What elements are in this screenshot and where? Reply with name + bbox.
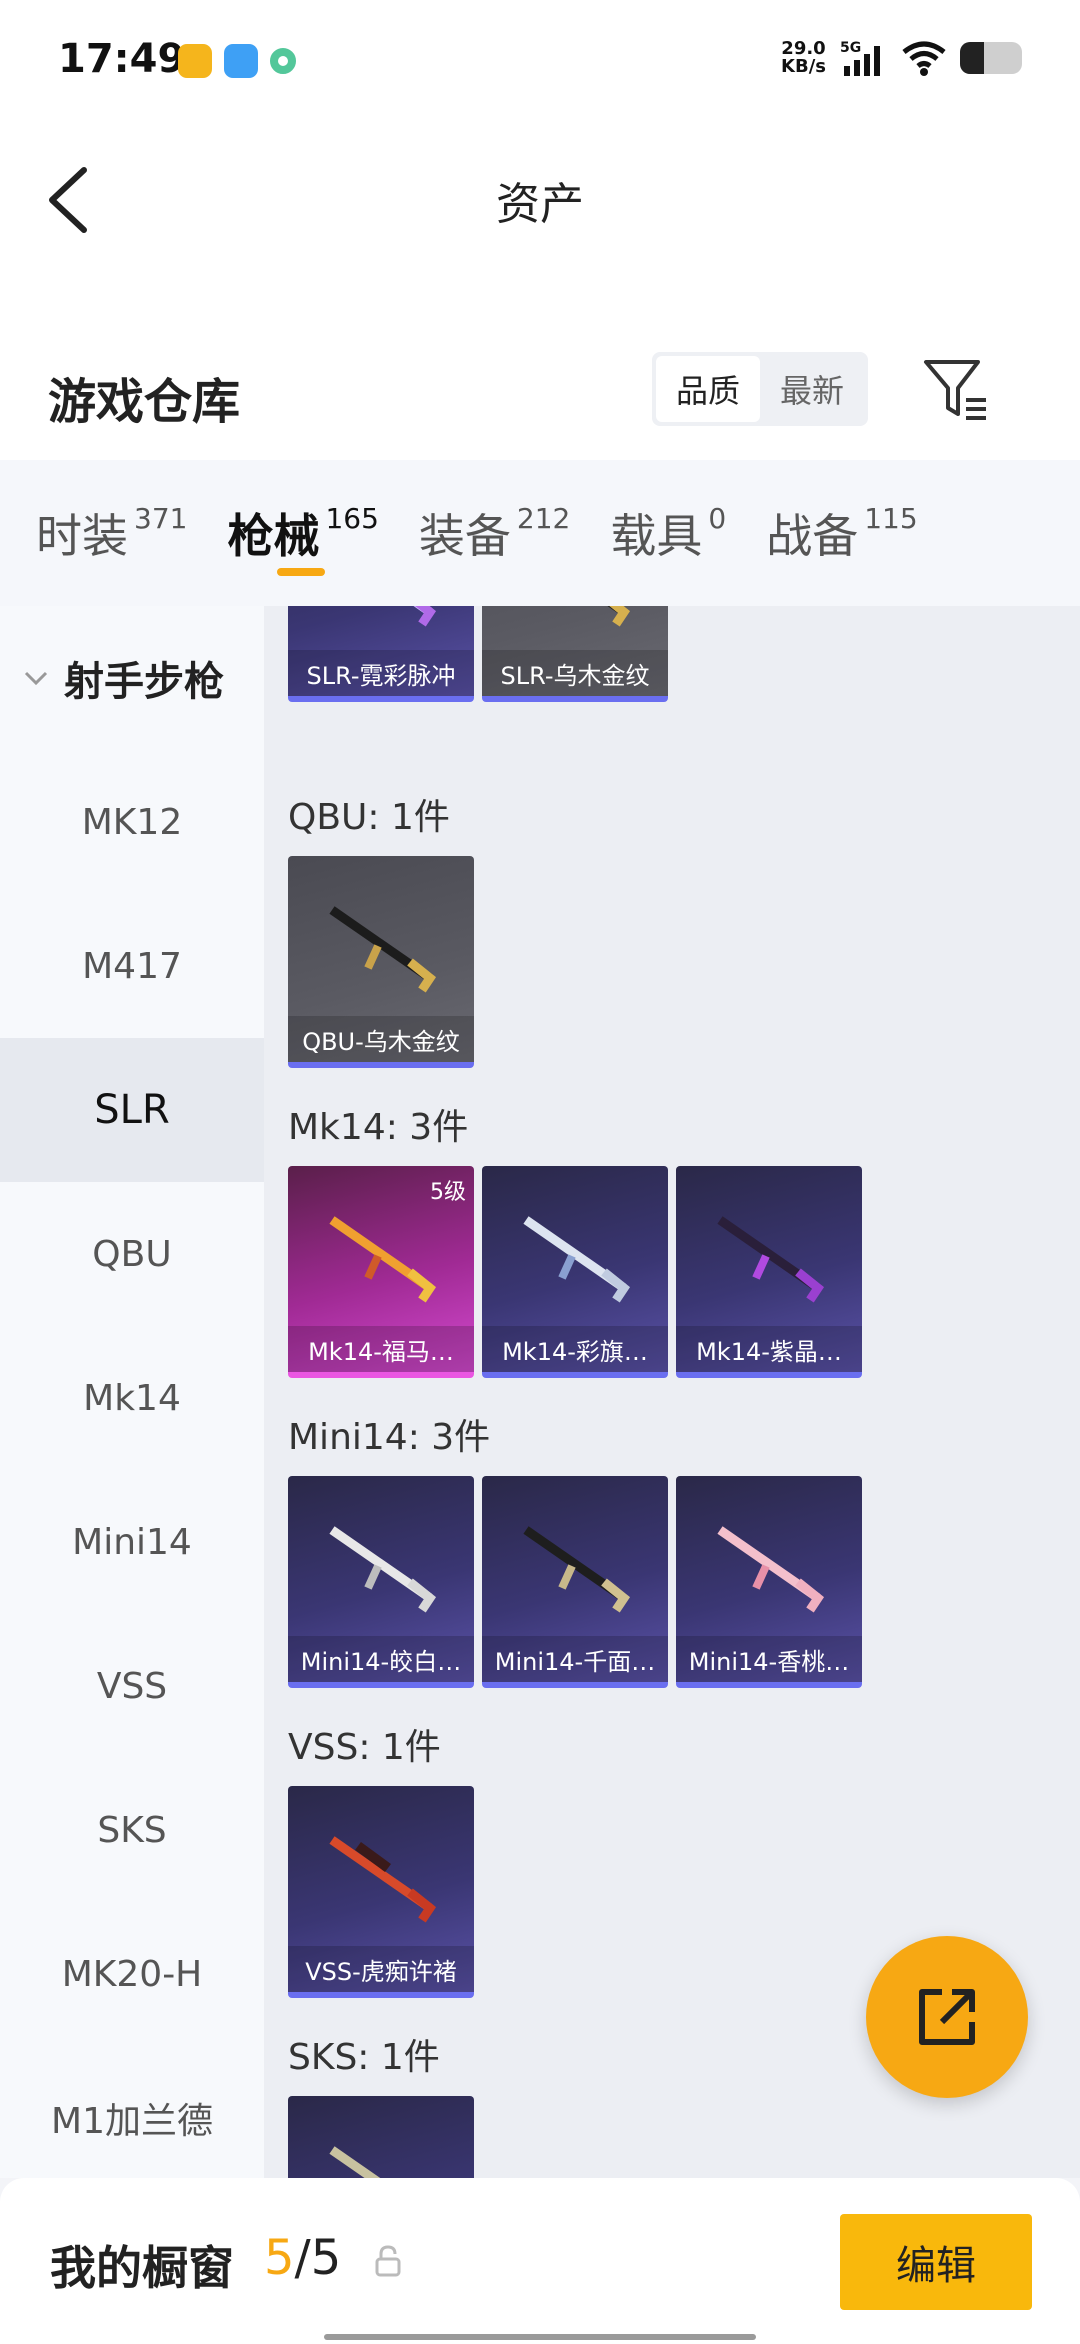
rifle-icon <box>413 606 437 627</box>
section-title-vss: VSS: 1件 <box>288 1727 441 1768</box>
category-tabs: 时装 371 枪械 165 装备 212 载具 0 战备 115 <box>0 460 1080 606</box>
showcase-count: 5/5 <box>264 2230 342 2286</box>
sidebar-item-slr[interactable]: SLR <box>0 1038 264 1182</box>
sort-quality-button[interactable]: 品质 <box>656 356 760 422</box>
app-notification-icon <box>178 44 212 78</box>
rifle-icon <box>329 1526 437 1613</box>
skin-card[interactable]: Mini14-香桃… <box>676 1476 862 1688</box>
skin-card-name: Mini14-千面… <box>482 1636 668 1682</box>
sidebar-item-mk20h[interactable]: MK20-H <box>0 1902 264 2046</box>
showcase-bar: 我的橱窗 5/5 编辑 <box>0 2178 1080 2344</box>
skin-card[interactable]: Mini14-千面… <box>482 1476 668 1688</box>
tab-guns[interactable]: 枪械 165 <box>227 460 379 606</box>
app-notification-icon <box>270 48 296 74</box>
home-indicator[interactable] <box>324 2334 756 2340</box>
skin-card-name: SLR-霓彩脉冲 <box>288 650 474 696</box>
signal-icon: 5G <box>840 40 880 76</box>
rifle-icon <box>329 906 437 993</box>
rifle-icon <box>717 1526 825 1613</box>
status-right: 29.0 KB/s 5G <box>781 40 1022 76</box>
share-button[interactable] <box>866 1936 1028 2098</box>
notification-icons <box>178 44 296 78</box>
sidebar-item-mini14[interactable]: Mini14 <box>0 1470 264 1614</box>
header: 资产 <box>0 120 1080 320</box>
skin-card-name: Mini14-皎白… <box>288 1636 474 1682</box>
rifle-icon <box>523 1216 631 1303</box>
tab-vehicles[interactable]: 载具 0 <box>610 460 726 606</box>
skin-card-name: Mk14-彩旗… <box>482 1326 668 1372</box>
sidebar-category-marksman[interactable]: 射手步枪 <box>0 606 264 750</box>
app-notification-icon <box>224 44 258 78</box>
tab-equipment[interactable]: 装备 212 <box>419 460 570 606</box>
filter-icon[interactable] <box>920 354 990 424</box>
skin-card[interactable]: QBU-乌木金纹 <box>288 856 474 1068</box>
sort-newest-button[interactable]: 最新 <box>760 356 864 422</box>
section-title-mk14: Mk14: 3件 <box>288 1107 469 1148</box>
sidebar-item-vss[interactable]: VSS <box>0 1614 264 1758</box>
skin-card-name: VSS-虎痴许褚 <box>288 1946 474 1992</box>
skin-card[interactable]: Mk14-彩旗… <box>482 1166 668 1378</box>
rifle-icon <box>523 1526 631 1613</box>
network-speed: 29.0 KB/s <box>781 38 826 77</box>
sidebar-item-m417[interactable]: M417 <box>0 894 264 1038</box>
sort-toggle: 品质 最新 <box>652 352 868 426</box>
wifi-icon <box>902 41 946 76</box>
status-bar: 17:49 29.0 KB/s 5G <box>0 0 1080 120</box>
chevron-down-icon <box>24 671 48 686</box>
skin-card[interactable]: Mk14-紫晶… <box>676 1166 862 1378</box>
battery-icon <box>960 42 1022 74</box>
rifle-icon <box>607 606 631 627</box>
rifle-icon <box>329 1216 437 1303</box>
skin-card-name: Mini14-香桃… <box>676 1636 862 1682</box>
skin-card[interactable]: Mini14-皎白… <box>288 1476 474 1688</box>
skin-card[interactable]: 5级 Mk14-福马… <box>288 1166 474 1378</box>
skin-card[interactable]: VSS-虎痴许褚 <box>288 1786 474 1998</box>
skin-card[interactable] <box>288 2096 474 2178</box>
rifle-icon <box>329 2146 381 2178</box>
section-title-mini14: Mini14: 3件 <box>288 1417 491 1458</box>
section-title-qbu: QBU: 1件 <box>288 797 450 838</box>
sidebar-item-sks[interactable]: SKS <box>0 1758 264 1902</box>
skin-card[interactable]: SLR-乌木金纹 <box>482 606 668 702</box>
rifle-icon <box>717 1216 825 1303</box>
skin-card-name: QBU-乌木金纹 <box>288 1016 474 1062</box>
skin-card-name: Mk14-紫晶… <box>676 1326 862 1372</box>
status-time: 17:49 <box>58 36 186 82</box>
edit-button[interactable]: 编辑 <box>840 2214 1032 2310</box>
weapon-sidebar: 射手步枪 MK12 M417 SLR QBU Mk14 Mini14 VSS S… <box>0 606 264 2178</box>
sidebar-item-m1-garand[interactable]: M1加兰德 <box>0 2046 264 2178</box>
sidebar-item-mk12[interactable]: MK12 <box>0 750 264 894</box>
sidebar-item-mk14[interactable]: Mk14 <box>0 1326 264 1470</box>
skin-card[interactable]: SLR-霓彩脉冲 <box>288 606 474 702</box>
repository-bar: 游戏仓库 品质 最新 <box>0 320 1080 460</box>
sidebar-item-qbu[interactable]: QBU <box>0 1182 264 1326</box>
page-title: 资产 <box>496 179 584 230</box>
showcase-label: 我的橱窗 <box>50 2241 234 2295</box>
svg-text:5G: 5G <box>840 40 861 56</box>
repository-label: 游戏仓库 <box>48 374 241 430</box>
section-title-sks: SKS: 1件 <box>288 2037 440 2078</box>
share-external-icon <box>919 1989 975 2045</box>
tab-fashion[interactable]: 时装 371 <box>36 460 187 606</box>
tab-supplies[interactable]: 战备 115 <box>766 460 917 606</box>
skin-card-name: SLR-乌木金纹 <box>482 650 668 696</box>
skin-card-name: Mk14-福马… <box>288 1326 474 1372</box>
sniper-rifle-icon <box>329 1836 437 1923</box>
lock-icon <box>375 2245 401 2277</box>
